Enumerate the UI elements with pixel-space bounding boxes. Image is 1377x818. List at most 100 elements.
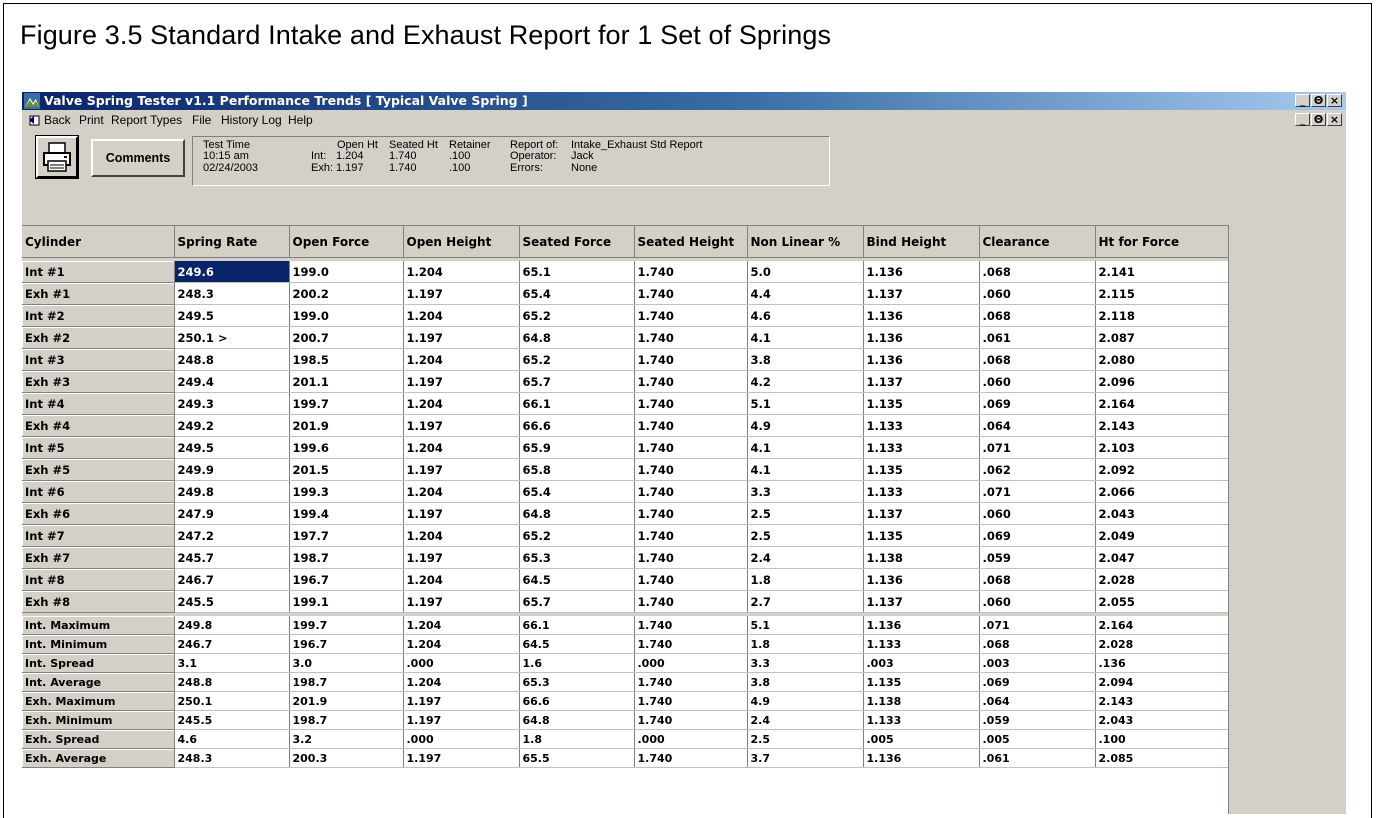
data-cell[interactable]: 1.740 <box>634 458 748 481</box>
data-cell[interactable]: 196.7 <box>289 568 404 591</box>
data-cell[interactable]: 5.1 <box>747 616 864 635</box>
data-cell[interactable]: 1.740 <box>634 326 748 349</box>
doc-close-button[interactable]: × <box>1327 113 1342 126</box>
data-cell[interactable]: 2.087 <box>1095 326 1228 349</box>
row-header-cell[interactable]: Int #5 <box>22 436 175 459</box>
data-cell[interactable]: 1.136 <box>863 326 980 349</box>
data-cell[interactable]: 201.9 <box>289 414 404 437</box>
data-cell[interactable]: 200.3 <box>289 748 404 768</box>
data-cell[interactable]: 249.2 <box>174 414 290 437</box>
data-cell[interactable]: 1.6 <box>519 653 635 673</box>
table-row[interactable]: Exh #8 245.5 199.1 1.197 65.7 1.740 2.7 1.137.0… <box>22 590 1228 613</box>
data-cell[interactable]: 1.133 <box>863 634 980 654</box>
data-cell[interactable]: 65.9 <box>519 436 635 459</box>
data-cell[interactable]: .000 <box>403 729 520 749</box>
table-row[interactable]: Int #4 249.3 199.7 1.204 66.1 1.740 5.1 1.135.0… <box>22 392 1228 415</box>
data-cell[interactable]: 199.6 <box>289 436 404 459</box>
table-row[interactable]: Int #5 249.5 199.6 1.204 65.9 1.740 4.1 1.133.0… <box>22 436 1228 459</box>
data-cell[interactable]: 1.136 <box>863 348 980 371</box>
data-cell[interactable]: 1.204 <box>403 672 520 692</box>
data-cell[interactable]: 4.2 <box>747 370 864 393</box>
data-cell[interactable]: 1.137 <box>863 370 980 393</box>
data-cell[interactable]: .005 <box>863 729 980 749</box>
doc-minimize-button[interactable]: _ <box>1295 113 1310 126</box>
data-cell[interactable]: 198.7 <box>289 546 404 569</box>
row-header-cell[interactable]: Int. Maximum <box>22 616 175 635</box>
summary-row[interactable]: Exh. Spread 4.6 3.2.000 1.8.000 2.5.005.005.… <box>22 729 1228 749</box>
data-cell[interactable]: 64.8 <box>519 710 635 730</box>
data-cell[interactable]: 2.164 <box>1095 392 1228 415</box>
column-header[interactable]: Cylinder <box>22 226 175 258</box>
data-cell[interactable]: 64.8 <box>519 502 635 525</box>
data-cell[interactable]: 2.164 <box>1095 616 1228 635</box>
menu-back[interactable]: Back <box>44 111 71 129</box>
data-cell[interactable]: 1.8 <box>519 729 635 749</box>
data-cell[interactable]: 3.0 <box>289 653 404 673</box>
data-cell[interactable]: 1.204 <box>403 568 520 591</box>
row-header-cell[interactable]: Exh #1 <box>22 282 175 305</box>
data-cell[interactable]: 1.204 <box>403 348 520 371</box>
row-header-cell[interactable]: Int. Minimum <box>22 634 175 654</box>
column-header[interactable]: Seated Height <box>634 226 748 258</box>
data-cell[interactable]: 1.137 <box>863 590 980 613</box>
data-cell[interactable]: 1.133 <box>863 436 980 459</box>
data-cell[interactable]: 2.028 <box>1095 634 1228 654</box>
data-cell[interactable]: 1.137 <box>863 502 980 525</box>
data-cell[interactable]: 1.740 <box>634 634 748 654</box>
data-cell[interactable]: 1.136 <box>863 616 980 635</box>
data-cell[interactable]: 1.137 <box>863 282 980 305</box>
table-row[interactable]: Exh #7 245.7 198.7 1.197 65.3 1.740 2.4 1.138.0… <box>22 546 1228 569</box>
data-cell[interactable]: 1.740 <box>634 282 748 305</box>
data-cell[interactable]: 2.5 <box>747 524 864 547</box>
data-cell[interactable]: 64.8 <box>519 326 635 349</box>
table-row[interactable]: Int #1 249.6 199.0 1.204 65.1 1.740 5.0 1.136.0… <box>22 261 1228 283</box>
data-cell[interactable]: 4.1 <box>747 326 864 349</box>
row-header-cell[interactable]: Int. Spread <box>22 653 175 673</box>
data-cell[interactable]: 3.8 <box>747 672 864 692</box>
data-cell[interactable]: 1.740 <box>634 691 748 711</box>
data-cell[interactable]: 1.136 <box>863 748 980 768</box>
summary-row[interactable]: Int. Average 248.8 198.7 1.204 65.3 1.740 3.8 1… <box>22 672 1228 692</box>
data-cell[interactable]: 1.133 <box>863 414 980 437</box>
data-cell[interactable]: .100 <box>1095 729 1228 749</box>
data-cell[interactable]: 248.3 <box>174 748 290 768</box>
row-header-cell[interactable]: Exh #6 <box>22 502 175 525</box>
data-cell[interactable]: 246.7 <box>174 634 290 654</box>
data-cell[interactable]: .061 <box>979 748 1096 768</box>
table-row[interactable]: Int #8 246.7 196.7 1.204 64.5 1.740 1.8 1.136.0… <box>22 568 1228 591</box>
data-cell[interactable]: 1.740 <box>634 436 748 459</box>
data-cell[interactable]: 1.197 <box>403 546 520 569</box>
column-header[interactable]: Non Linear % <box>747 226 864 258</box>
data-cell[interactable]: 65.2 <box>519 524 635 547</box>
data-cell[interactable]: 1.135 <box>863 392 980 415</box>
data-cell[interactable]: 65.2 <box>519 304 635 327</box>
table-row[interactable]: Exh #5 249.9 201.5 1.197 65.8 1.740 4.1 1.135.0… <box>22 458 1228 481</box>
back-icon[interactable] <box>28 113 42 127</box>
data-cell[interactable]: 201.9 <box>289 691 404 711</box>
data-cell[interactable]: 1.740 <box>634 348 748 371</box>
data-cell[interactable]: 2.047 <box>1095 546 1228 569</box>
data-cell[interactable]: 66.1 <box>519 392 635 415</box>
data-cell[interactable]: 1.8 <box>747 634 864 654</box>
data-cell[interactable]: 1.740 <box>634 748 748 768</box>
data-cell[interactable]: 4.1 <box>747 458 864 481</box>
data-cell[interactable]: 249.3 <box>174 392 290 415</box>
data-cell[interactable]: 65.1 <box>519 261 635 283</box>
data-cell[interactable]: 2.5 <box>747 729 864 749</box>
data-cell[interactable]: 249.5 <box>174 304 290 327</box>
data-cell[interactable]: 1.204 <box>403 304 520 327</box>
data-cell[interactable]: .005 <box>979 729 1096 749</box>
table-row[interactable]: Exh #3 249.4 201.1 1.197 65.7 1.740 4.2 1.137.0… <box>22 370 1228 393</box>
data-cell[interactable]: .064 <box>979 691 1096 711</box>
data-cell[interactable]: 1.197 <box>403 502 520 525</box>
row-header-cell[interactable]: Exh #5 <box>22 458 175 481</box>
table-row[interactable]: Exh #4 249.2 201.9 1.197 66.6 1.740 4.9 1.133.0… <box>22 414 1228 437</box>
data-cell[interactable]: 1.740 <box>634 616 748 635</box>
data-cell[interactable]: 1.197 <box>403 748 520 768</box>
data-cell[interactable]: 2.118 <box>1095 304 1228 327</box>
data-cell[interactable]: .003 <box>979 653 1096 673</box>
menu-print[interactable]: Print <box>79 111 104 129</box>
data-cell[interactable]: .000 <box>403 653 520 673</box>
column-header[interactable]: Open Force <box>289 226 404 258</box>
data-cell[interactable]: 1.8 <box>747 568 864 591</box>
